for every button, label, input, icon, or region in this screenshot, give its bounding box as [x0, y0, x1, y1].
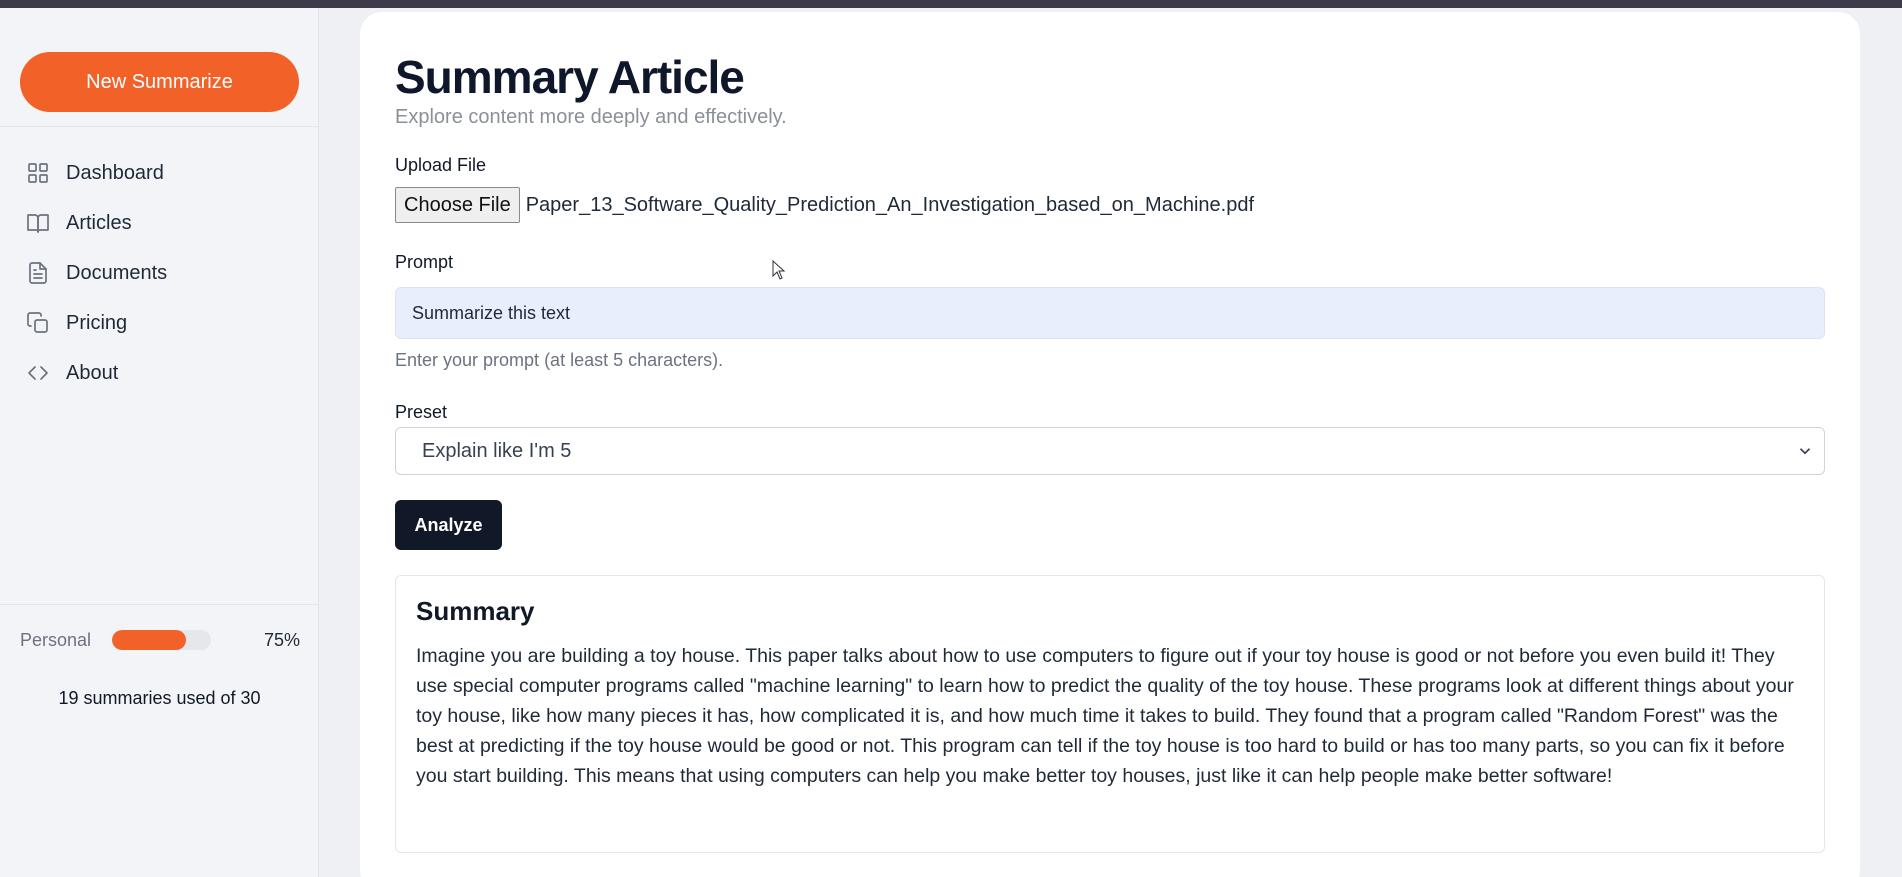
usage-percent: 75%: [263, 629, 300, 650]
sidebar-item-dashboard[interactable]: Dashboard: [0, 148, 319, 198]
sidebar-item-label: Pricing: [66, 311, 128, 334]
book-icon: [27, 214, 49, 233]
sidebar-nav: Dashboard Articles Documents Pricing Abo…: [0, 148, 319, 398]
sidebar-item-pricing[interactable]: Pricing: [0, 298, 319, 348]
new-summarize-button[interactable]: New Summarize: [20, 52, 299, 112]
copy-icon: [27, 312, 48, 333]
prompt-label: Prompt: [395, 252, 454, 272]
summary-title: Summary: [416, 596, 535, 626]
preset-select[interactable]: Explain like I'm 5: [395, 427, 1825, 475]
prompt-input[interactable]: Summarize this text: [395, 287, 1825, 339]
upload-label: Upload File: [395, 155, 487, 175]
sidebar-divider: [0, 604, 319, 605]
selected-file-name: Paper_13_Software_Quality_Prediction_An_…: [525, 193, 1254, 216]
preset-selected-value: Explain like I'm 5: [422, 439, 572, 462]
chevron-down-icon: [1799, 448, 1811, 455]
sidebar-item-about[interactable]: About: [0, 348, 319, 398]
main-card: Summary Article Explore content more dee…: [360, 12, 1860, 877]
sidebar-item-label: Documents: [66, 261, 168, 284]
sidebar-divider: [0, 126, 319, 127]
summary-panel: Summary Imagine you are building a toy h…: [395, 575, 1825, 853]
document-icon: [29, 262, 47, 284]
usage-summary-text: 19 summaries used of 30: [58, 688, 261, 708]
sidebar-item-label: Articles: [66, 211, 132, 234]
sidebar-item-documents[interactable]: Documents: [0, 248, 319, 298]
page-title: Summary Article: [395, 51, 745, 103]
file-upload-row: Choose File Paper_13_Software_Quality_Pr…: [395, 187, 1254, 223]
usage-meter: Personal 75%: [20, 628, 300, 652]
sidebar-item-label: Dashboard: [66, 161, 164, 184]
plan-label: Personal: [20, 629, 92, 650]
page-subtitle: Explore content more deeply and effectiv…: [395, 106, 787, 128]
sidebar: New Summarize Dashboard Articles Documen…: [0, 8, 319, 877]
mouse-cursor-icon: [772, 260, 786, 280]
sidebar-item-label: About: [66, 361, 119, 384]
choose-file-button[interactable]: Choose File: [395, 187, 520, 223]
sidebar-item-articles[interactable]: Articles: [0, 198, 319, 248]
summary-text: Imagine you are building a toy house. Th…: [416, 645, 1794, 787]
code-icon: [28, 366, 48, 380]
analyze-button[interactable]: Analyze: [395, 500, 502, 550]
preset-label: Preset: [395, 402, 448, 422]
prompt-hint: Enter your prompt (at least 5 characters…: [395, 350, 724, 370]
grid-icon: [28, 163, 48, 183]
window-top-bar: [0, 0, 1902, 8]
usage-progress-bar: [112, 630, 211, 650]
usage-progress-fill: [112, 630, 187, 650]
